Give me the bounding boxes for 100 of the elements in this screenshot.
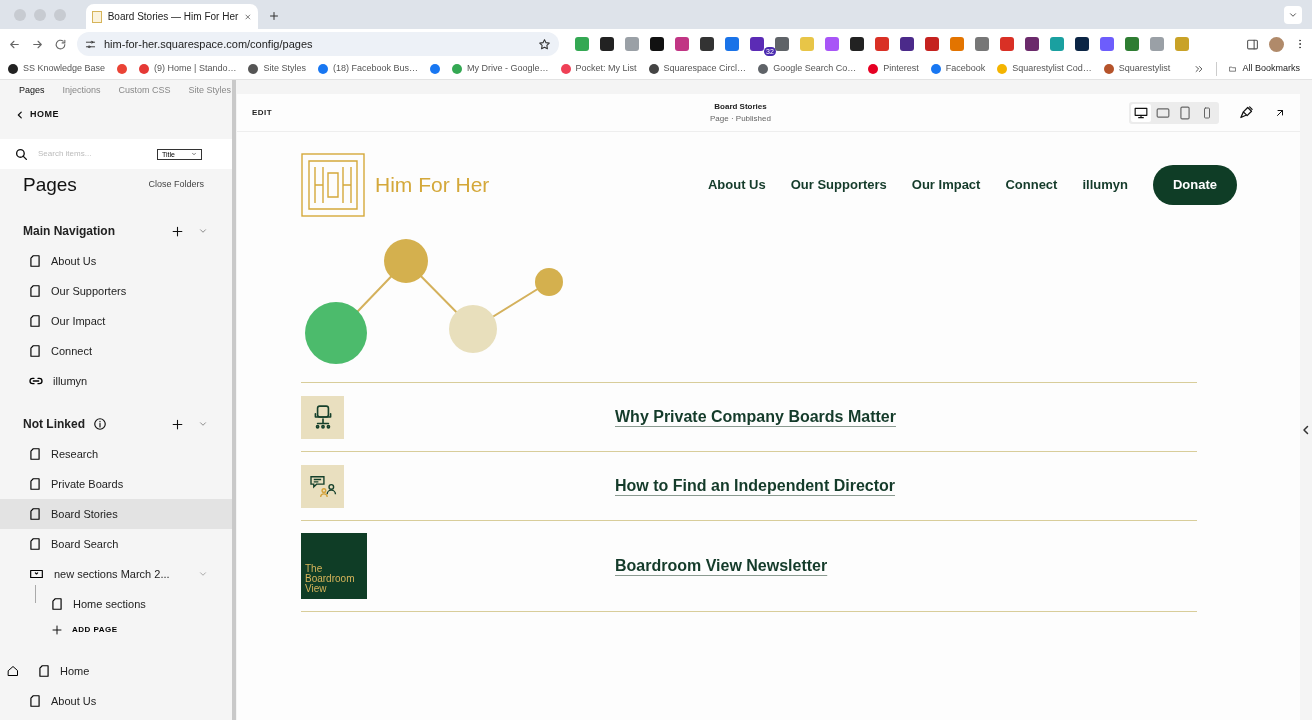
extension-icon[interactable] (650, 37, 664, 51)
page-icon (28, 343, 42, 359)
page-item[interactable]: Research (0, 439, 232, 469)
extension-icon[interactable] (1075, 37, 1089, 51)
page-item[interactable]: Our Supporters (0, 276, 232, 306)
bookmark-link[interactable]: SS Knowledge Base (23, 62, 106, 76)
page-item[interactable]: Home (0, 656, 232, 686)
sidebar-tab[interactable]: Injections (62, 83, 101, 98)
page-label: Board Stories (51, 506, 119, 522)
logo-icon (301, 152, 365, 217)
page-item[interactable]: Connect (0, 336, 232, 366)
close-folders-link[interactable]: Close Folders (148, 178, 204, 192)
page-item[interactable]: illumyn (0, 366, 232, 396)
bookmark-link[interactable]: My Drive - Google… (467, 62, 549, 76)
sidebar-tab[interactable]: Custom CSS (118, 83, 171, 98)
nav-link[interactable]: illumyn (1082, 174, 1128, 195)
extension-icon[interactable] (900, 37, 914, 51)
more-bookmarks-icon[interactable] (1194, 64, 1205, 74)
page-item[interactable]: Our Impact (0, 306, 232, 336)
page-label: Home sections (73, 596, 147, 612)
folder-icon (1228, 63, 1237, 75)
chevron-icon (1288, 10, 1298, 20)
extension-icon[interactable] (750, 37, 764, 51)
nav-link[interactable]: Our Supporters (790, 174, 887, 195)
extension-icon[interactable] (775, 37, 789, 51)
back-link[interactable]: HOME (0, 107, 59, 122)
bookmark-icon[interactable] (648, 64, 659, 74)
brush-icon[interactable] (1239, 105, 1254, 120)
browser-tab[interactable]: Board Stories — Him For Her (86, 4, 258, 29)
article-link[interactable]: Why Private Company Boards Matter (615, 405, 896, 429)
page-item[interactable]: Board Stories (0, 499, 232, 529)
add-icon (51, 624, 63, 636)
page-icon (28, 506, 42, 522)
sidebar-tab[interactable]: Pages (19, 83, 45, 98)
close-icon[interactable] (244, 11, 252, 22)
extension-icon[interactable] (975, 37, 989, 51)
bookmark-link[interactable]: Site Styles (263, 62, 306, 76)
article-link[interactable]: Boardroom View Newsletter (615, 554, 828, 578)
reload-icon[interactable] (54, 37, 67, 51)
device-button[interactable] (1131, 103, 1151, 122)
info-icon[interactable] (93, 417, 107, 431)
page-label: illumyn (53, 373, 89, 389)
bookmark-link[interactable]: (18) Facebook Bus… (332, 62, 418, 76)
extension-icon[interactable] (1000, 37, 1014, 51)
page-item[interactable]: Board Search (0, 529, 232, 559)
site-settings-icon[interactable] (85, 38, 96, 50)
nav-link[interactable]: Our Impact (911, 174, 981, 195)
edit-button[interactable]: EDIT (252, 106, 352, 119)
add-page-button[interactable]: ADD PAGE (0, 619, 118, 641)
page-item[interactable]: Home sections (0, 589, 232, 619)
page-item[interactable]: About Us (0, 246, 232, 276)
add-icon[interactable] (171, 224, 184, 238)
bookmark-icon[interactable] (758, 64, 769, 74)
bookmark-icon[interactable] (8, 64, 18, 74)
bookmark-icon[interactable] (248, 64, 259, 74)
bookmark-link[interactable]: Pocket: My List (575, 62, 637, 76)
bookmark-link[interactable]: Facebook (945, 62, 986, 76)
nav-link[interactable]: Connect (1005, 174, 1058, 195)
bookmark-link[interactable]: Pinterest (883, 62, 919, 76)
search-icon (15, 147, 28, 161)
thumbnail-text: The Boardroom View (305, 564, 356, 594)
donate-button[interactable]: Donate (1152, 164, 1237, 205)
extension-icon[interactable] (1100, 37, 1114, 51)
page-item[interactable]: Private Boards (0, 469, 232, 499)
bookmark-link[interactable]: Squarestylist Cod… (1012, 62, 1092, 76)
page-label: Board Search (51, 536, 120, 552)
page-label: About Us (51, 693, 98, 709)
sidebar-tab[interactable]: Site Styles (188, 83, 232, 98)
extension-icon[interactable] (1125, 37, 1139, 51)
extension-icon[interactable] (725, 37, 739, 51)
avatar[interactable] (1269, 36, 1284, 52)
extension-icon[interactable] (1025, 37, 1039, 51)
extension-icon[interactable] (700, 37, 714, 51)
search-field[interactable]: Search items... (38, 148, 147, 160)
extension-icon[interactable] (925, 37, 939, 51)
nav-link[interactable]: About Us (707, 174, 766, 195)
all-bookmarks-label[interactable]: All Bookmarks (1242, 62, 1300, 76)
extension-icon[interactable] (675, 37, 689, 51)
chevron-icon[interactable] (198, 226, 208, 236)
page-item[interactable]: new sections March 2... (0, 559, 232, 589)
extension-icon[interactable] (850, 37, 864, 51)
add-icon[interactable] (171, 417, 184, 431)
desktop-icon (1134, 105, 1148, 120)
bookmark-link[interactable]: Google Search Co… (773, 62, 857, 76)
tablet-icon (1178, 104, 1192, 121)
chevron-icon (191, 151, 197, 157)
chevron-icon[interactable] (198, 419, 208, 429)
extension-icon[interactable] (875, 37, 889, 51)
page-status: Page · Published (710, 112, 771, 125)
bookmark-link[interactable]: Squarestylist (1118, 62, 1171, 76)
article-link[interactable]: How to Find an Independent Director (615, 474, 895, 498)
new-tab-icon[interactable] (268, 10, 280, 22)
address-bar[interactable]: him-for-her.squarespace.com/config/pages (77, 32, 559, 56)
bookmark-link[interactable]: (9) Home | Stando… (154, 62, 237, 76)
section-title: Not Linked (23, 416, 85, 433)
page-item[interactable]: About Us (0, 686, 232, 716)
bookmark-link[interactable]: Squarespace Circl… (663, 62, 747, 76)
extension-icon[interactable] (600, 37, 614, 51)
side-panel-icon[interactable] (1246, 37, 1259, 51)
star-icon[interactable] (538, 37, 551, 51)
